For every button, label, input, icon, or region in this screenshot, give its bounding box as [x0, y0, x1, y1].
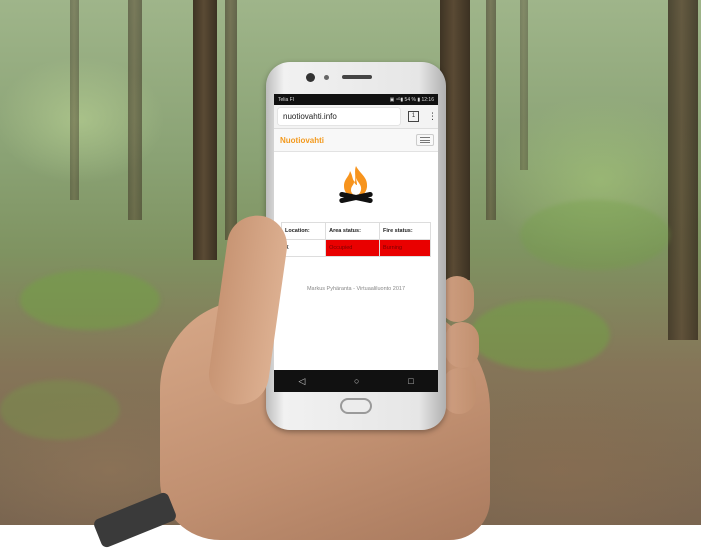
undergrowth	[520, 200, 670, 270]
tree-trunk	[128, 0, 142, 220]
menu-icon[interactable]	[416, 134, 434, 146]
phone-screen: Telia FI ▣ ⁴ᴳ▮ 54 % ▮ 12:16 nuotiovahti.…	[274, 94, 438, 392]
tree-trunk	[225, 0, 237, 240]
proximity-sensor	[324, 75, 329, 80]
cell-location: X	[280, 239, 327, 257]
site-content: Location: Area status: Fire status: X Oc…	[274, 152, 438, 312]
tabs-icon[interactable]: 1	[408, 111, 419, 122]
site-brand-link[interactable]: Nuotiovahti	[280, 136, 324, 145]
tree-trunk	[486, 0, 496, 220]
undergrowth	[0, 380, 120, 440]
finger	[442, 368, 476, 414]
home-icon[interactable]: ○	[354, 376, 359, 386]
recents-icon[interactable]: □	[408, 376, 413, 386]
status-bar: Telia FI ▣ ⁴ᴳ▮ 54 % ▮ 12:16	[274, 94, 438, 105]
fire-status-table: Location: Area status: Fire status: X Oc…	[280, 222, 431, 257]
cell-area-status: Occupied	[325, 239, 381, 257]
header-area-status: Area status:	[325, 222, 381, 240]
campfire-icon	[339, 166, 373, 204]
front-camera	[306, 73, 315, 82]
finger	[445, 322, 479, 368]
cell-fire-status: Burning	[379, 239, 431, 257]
table-row: X Occupied Burning	[280, 239, 431, 257]
carrier-label: Telia FI	[278, 96, 295, 103]
site-navbar: Nuotiovahti	[274, 129, 438, 152]
tree-trunk	[668, 0, 698, 340]
browser-toolbar: nuotiovahti.info 1 ⋮	[274, 105, 438, 129]
table-header-row: Location: Area status: Fire status:	[280, 222, 431, 240]
browser-menu-icon[interactable]: ⋮	[428, 111, 437, 122]
fingerprint-home-button[interactable]	[340, 398, 372, 414]
header-fire-status: Fire status:	[379, 222, 431, 240]
tree-trunk	[70, 0, 79, 200]
site-footer: Markus Pyhäranta - Virtuaaliluonto 2017	[306, 286, 406, 292]
back-icon[interactable]: ◁	[298, 376, 305, 387]
tree-trunk	[520, 0, 528, 170]
android-navigation-bar: ◁ ○ □	[274, 370, 438, 392]
page-blank-area	[274, 312, 438, 373]
status-indicators: ▣ ⁴ᴳ▮ 54 % ▮ 12:16	[389, 96, 434, 103]
undergrowth	[20, 270, 160, 330]
header-location: Location:	[280, 222, 327, 240]
earpiece-speaker	[342, 75, 372, 79]
address-bar[interactable]: nuotiovahti.info	[278, 108, 400, 125]
undergrowth	[470, 300, 610, 370]
tree-trunk	[193, 0, 217, 260]
